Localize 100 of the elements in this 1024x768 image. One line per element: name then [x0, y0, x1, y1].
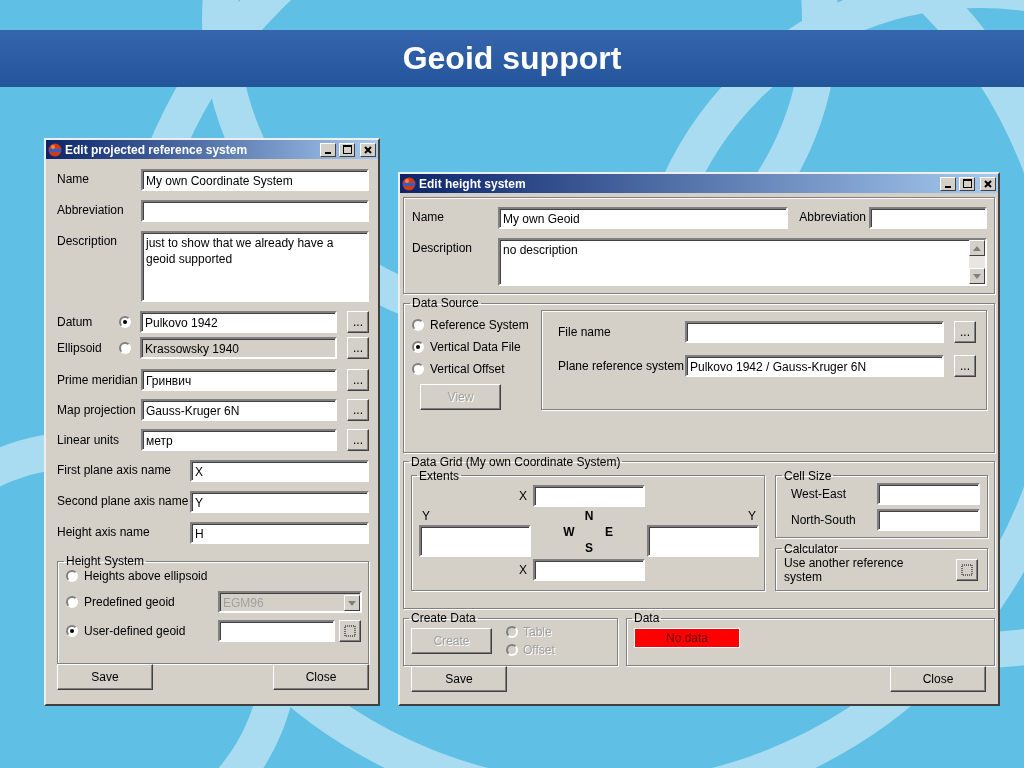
- minimize-button[interactable]: [940, 176, 956, 191]
- radio-button[interactable]: [119, 316, 131, 328]
- axis-label: Y: [747, 508, 757, 525]
- field-label: First plane axis name: [57, 462, 173, 477]
- slide-title: Geoid support: [402, 40, 622, 77]
- field-label: Abbreviation: [57, 202, 125, 217]
- field-label: Ellipsoid: [57, 341, 103, 355]
- option-label: Heights above ellipsoid: [84, 569, 209, 583]
- radio-button[interactable]: [412, 363, 424, 375]
- description-field[interactable]: just to show that we already have a geoid supported: [141, 231, 369, 302]
- radio-button[interactable]: [66, 625, 78, 637]
- browse-button[interactable]: ...: [347, 311, 369, 333]
- app-logo-icon: [402, 176, 416, 191]
- input-field[interactable]: [419, 524, 531, 557]
- picker-button[interactable]: [956, 558, 978, 581]
- option-label: Predefined geoid: [84, 595, 176, 609]
- input-field[interactable]: метр: [141, 429, 337, 451]
- dialog-button[interactable]: Save: [57, 664, 153, 690]
- input-field[interactable]: [533, 558, 645, 581]
- field-label: Datum: [57, 315, 94, 329]
- minimize-icon: [945, 185, 951, 188]
- field-label: Second plane axis name: [57, 493, 190, 508]
- compass-letter: W: [562, 524, 576, 541]
- maximize-icon: [962, 179, 972, 188]
- axis-label: Y: [421, 508, 431, 525]
- input-field[interactable]: [869, 207, 987, 229]
- calculator-text: Use another reference system: [784, 555, 905, 584]
- radio-button[interactable]: [119, 342, 131, 354]
- group-title: Data Source: [411, 296, 480, 310]
- status-indicator: No data: [634, 628, 740, 648]
- app-logo-icon: [48, 142, 62, 157]
- dialog-button[interactable]: Close: [890, 666, 986, 692]
- compass-letter: N: [583, 508, 595, 525]
- input-field[interactable]: [685, 321, 944, 343]
- description-field[interactable]: no description: [498, 238, 987, 286]
- browse-button[interactable]: ...: [347, 399, 369, 421]
- axis-label: X: [519, 488, 528, 503]
- maximize-button[interactable]: [339, 142, 355, 157]
- radio-button[interactable]: [66, 570, 78, 582]
- input-field[interactable]: [877, 482, 980, 505]
- input-field[interactable]: [141, 200, 369, 222]
- input-field[interactable]: Pulkovo 1942 / Gauss-Kruger 6N: [685, 355, 944, 377]
- field-label: North-South: [790, 512, 857, 527]
- close-button[interactable]: [980, 176, 996, 191]
- scroll-up-button[interactable]: [969, 240, 985, 256]
- scroll-down-button[interactable]: [969, 268, 985, 284]
- input-field[interactable]: [877, 508, 980, 531]
- input-field[interactable]: Y: [190, 491, 369, 513]
- browse-button[interactable]: ...: [347, 369, 369, 391]
- input-field[interactable]: X: [190, 460, 369, 482]
- group-title: Calculator: [783, 541, 840, 556]
- close-icon: [364, 145, 372, 154]
- field-label: Name: [57, 171, 90, 186]
- input-field[interactable]: [647, 524, 759, 557]
- input-field[interactable]: Гринвич: [141, 369, 337, 391]
- field-label: File name: [558, 325, 612, 339]
- input-field[interactable]: Gauss-Kruger 6N: [141, 399, 337, 421]
- field-label: Linear units: [57, 433, 121, 447]
- radio-button[interactable]: [412, 319, 424, 331]
- input-field[interactable]: My own Coordinate System: [141, 169, 369, 191]
- dialog-button[interactable]: Save: [411, 666, 507, 692]
- close-button[interactable]: [360, 142, 376, 157]
- window-title: Edit height system: [419, 176, 527, 191]
- compass-letter: E: [604, 524, 614, 541]
- browse-button[interactable]: ...: [347, 337, 369, 359]
- down-arrow-icon: [348, 600, 356, 606]
- dotted-square-icon: [344, 625, 356, 637]
- input-field[interactable]: H: [190, 522, 369, 544]
- field-label: West-East: [790, 486, 848, 501]
- input-field[interactable]: [218, 620, 335, 642]
- field-label: Plane reference system: [558, 359, 685, 373]
- input-field[interactable]: My own Geoid: [498, 207, 789, 229]
- maximize-icon: [342, 145, 352, 154]
- maximize-button[interactable]: [959, 176, 975, 191]
- axis-label: X: [519, 562, 528, 577]
- minimize-button[interactable]: [320, 142, 336, 157]
- input-field[interactable]: Pulkovo 1942: [140, 311, 337, 333]
- browse-button[interactable]: ...: [954, 321, 976, 343]
- group-title: Extents: [418, 468, 461, 483]
- down-arrow-icon: [973, 273, 981, 279]
- dialog-button[interactable]: Close: [273, 664, 369, 690]
- option-label: Reference System: [430, 318, 530, 332]
- field-label: Height axis name: [57, 524, 151, 539]
- close-icon: [984, 179, 992, 188]
- picker-button[interactable]: [339, 620, 361, 642]
- field-label: Description: [412, 240, 474, 255]
- minimize-icon: [325, 151, 331, 154]
- browse-button[interactable]: ...: [954, 355, 976, 377]
- option-label: Vertical Data File: [430, 340, 522, 354]
- input-field[interactable]: [533, 484, 645, 507]
- radio-button[interactable]: [412, 341, 424, 353]
- window-title: Edit projected reference system: [65, 142, 249, 157]
- group-title: Data: [633, 611, 661, 625]
- browse-button[interactable]: ...: [347, 429, 369, 451]
- option-label: Vertical Offset: [430, 362, 506, 376]
- compass-letter: S: [584, 540, 594, 557]
- group-title: Height System: [65, 554, 146, 568]
- dotted-square-icon: [961, 563, 973, 576]
- field-label: Abbreviation: [799, 209, 867, 224]
- input-field[interactable]: Krassowsky 1940: [140, 337, 337, 359]
